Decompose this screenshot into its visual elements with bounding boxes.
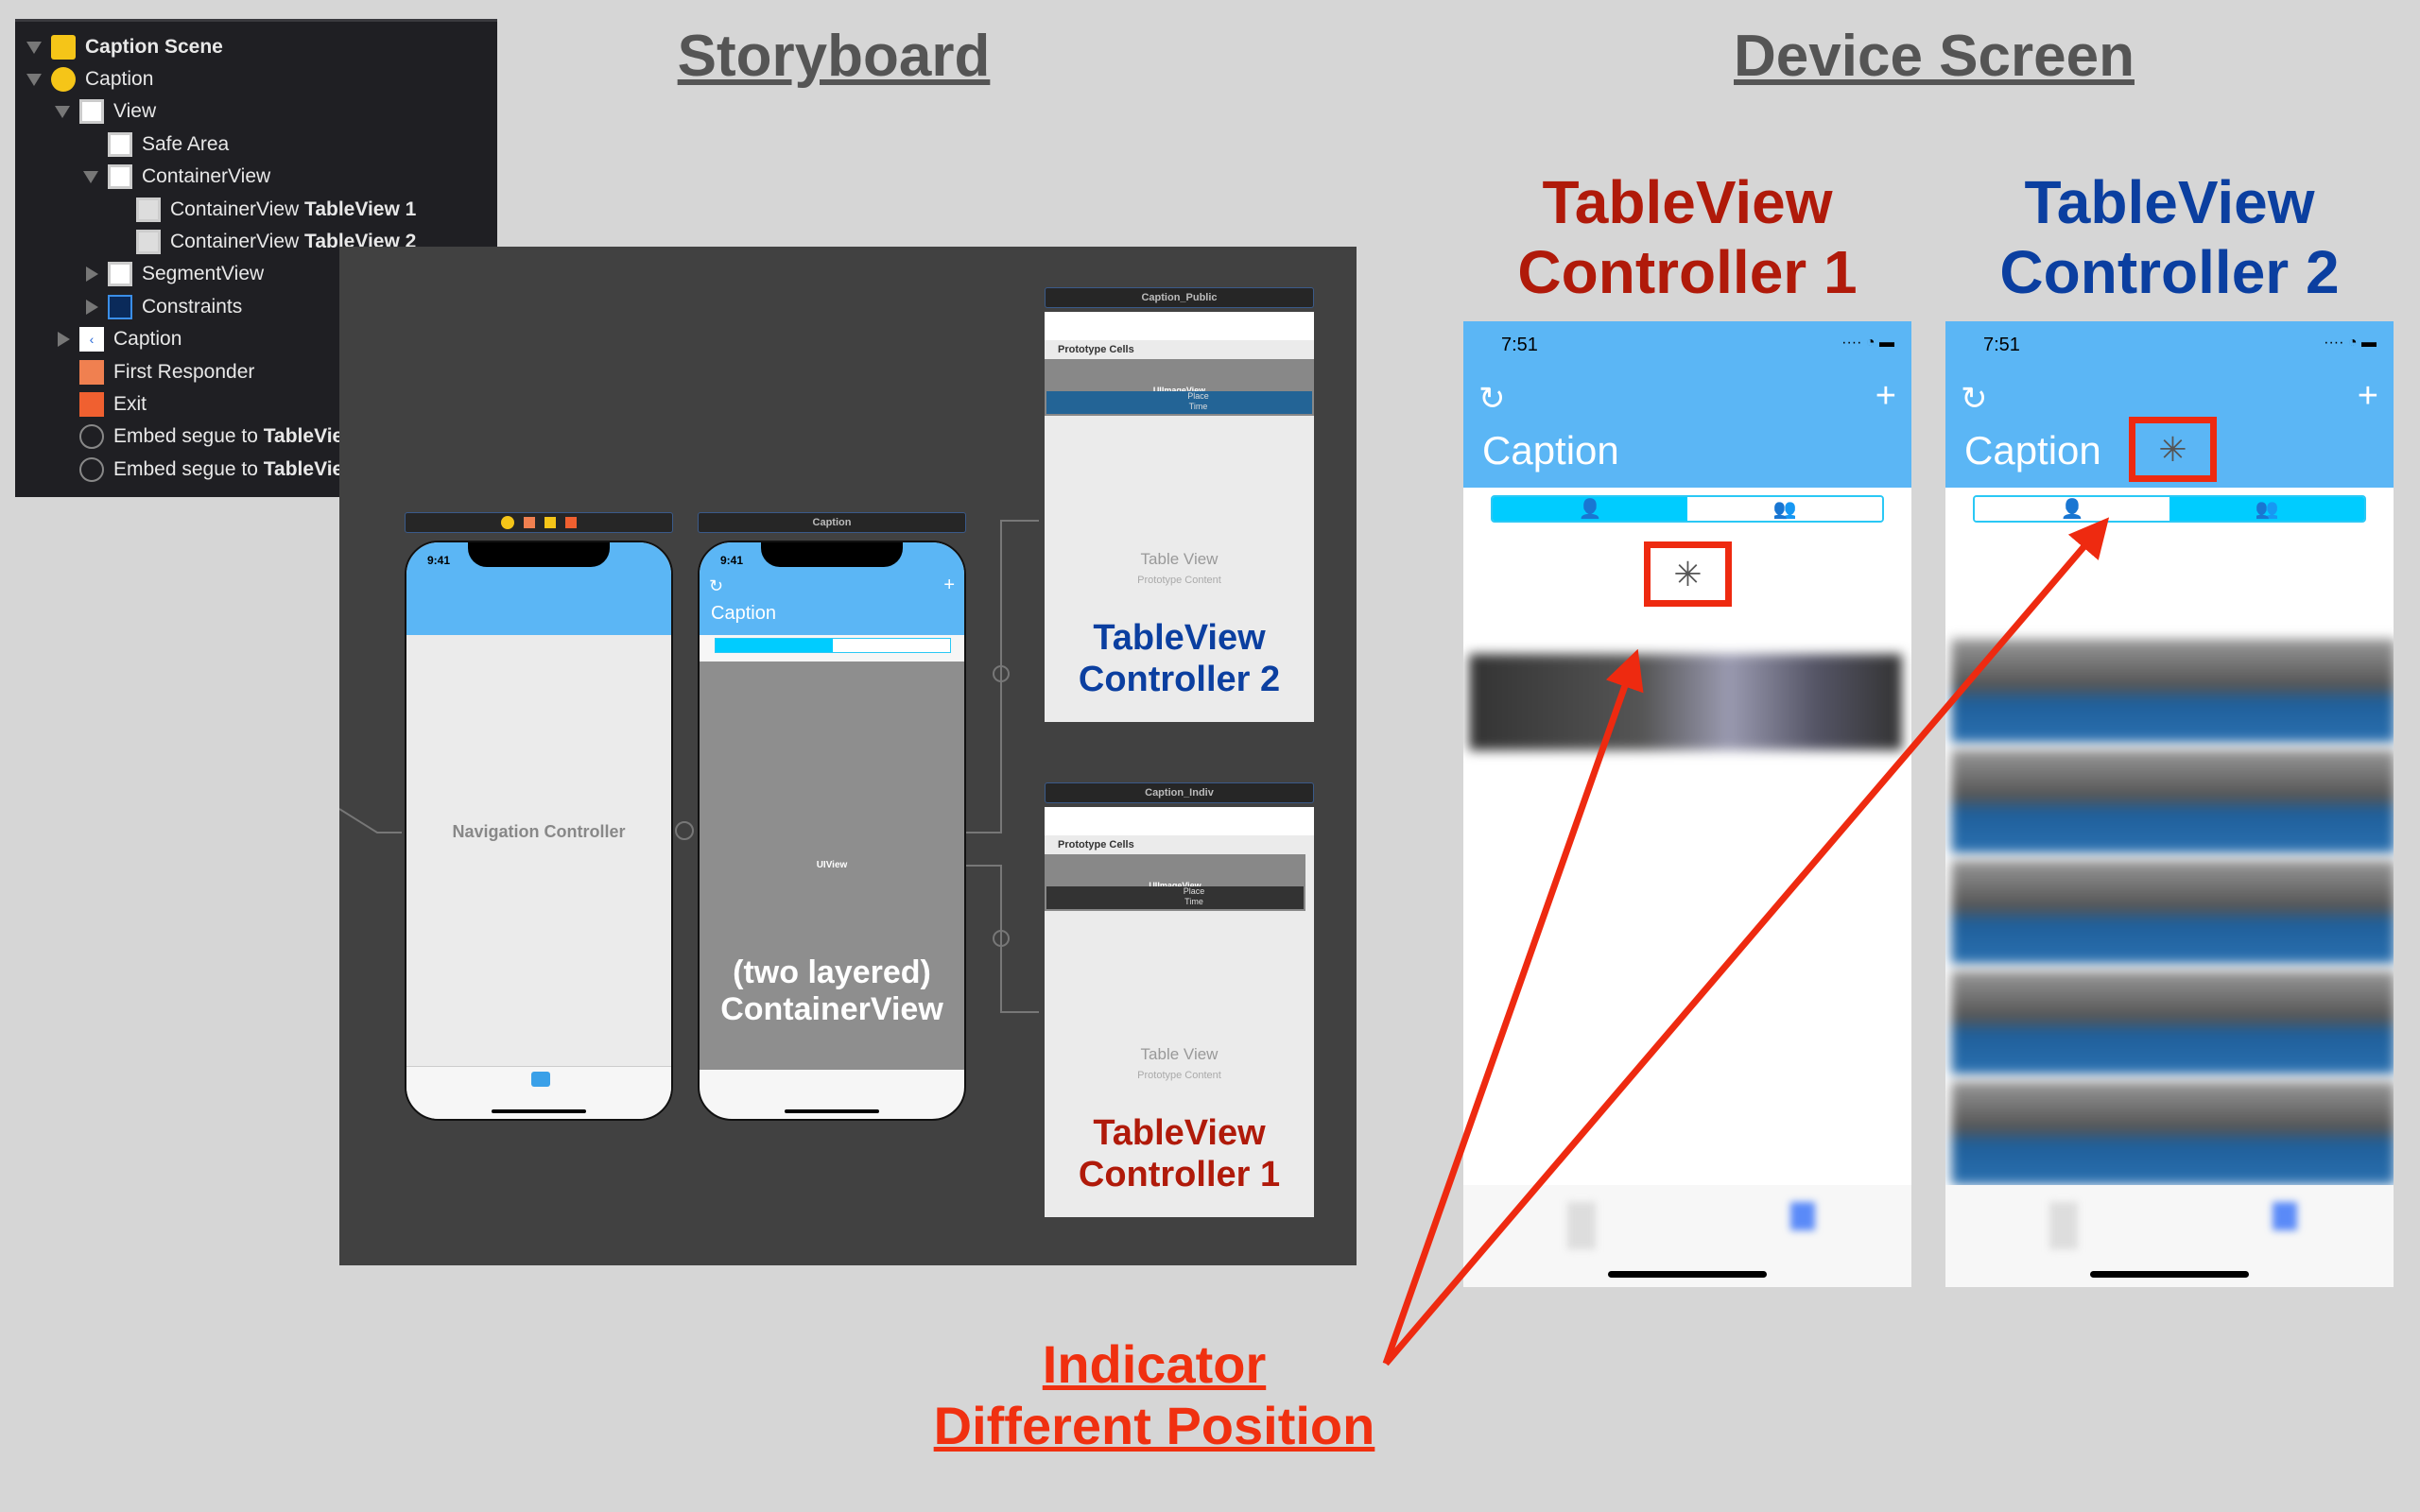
annotation-arrows — [1382, 517, 2110, 1366]
arrow-to-indicator-1 — [1382, 648, 1644, 1366]
annotation-line1: Indicator — [1042, 1334, 1267, 1394]
annotation-label: Indicator Different Position — [871, 1334, 1438, 1457]
arrow-to-indicator-2 — [1383, 517, 2110, 1366]
annotation-line2: Different Position — [933, 1395, 1375, 1455]
